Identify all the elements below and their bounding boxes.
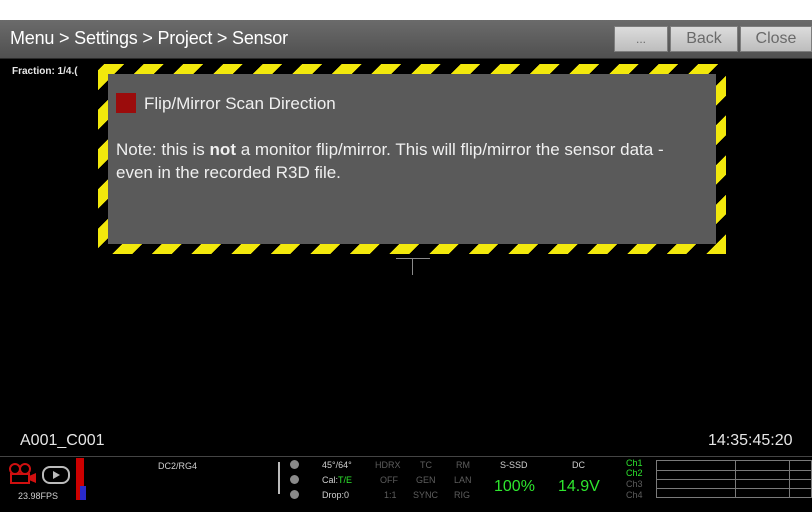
crosshair-icon <box>396 258 430 259</box>
tooltip-body-prefix: Note: this is <box>116 140 210 159</box>
format-readout: DC2/RG4 <box>158 461 198 471</box>
channel-3: Ch3 <box>626 479 643 489</box>
media-label: S-SSD <box>500 460 528 470</box>
back-button[interactable]: Back <box>670 26 738 52</box>
status-dot <box>290 490 299 499</box>
tooltip-title: Flip/Mirror Scan Direction <box>144 94 336 113</box>
meter-tick <box>735 461 736 497</box>
status-dot <box>290 460 299 469</box>
tc-value: GEN <box>416 475 436 485</box>
rm-label: RM <box>456 460 470 470</box>
shutter-readout: 45°/64° <box>322 460 352 470</box>
channel-4: Ch4 <box>626 490 643 500</box>
play-icon[interactable] <box>42 466 70 484</box>
title-bar: Menu > Settings > Project > Sensor ... B… <box>0 20 812 59</box>
media-value: 100% <box>494 478 535 495</box>
tooltip-body-bold: not <box>209 140 236 159</box>
camera-ui: Menu > Settings > Project > Sensor ... B… <box>0 0 812 512</box>
fraction-readout: Fraction: 1/4.( <box>12 66 78 77</box>
more-button[interactable]: ... <box>614 26 668 52</box>
timecode: 14:35:45:20 <box>708 432 793 449</box>
cal-readout: Cal:T/E <box>322 475 352 485</box>
breadcrumb: Menu > Settings > Project > Sensor <box>10 28 288 48</box>
clip-name: A001_C001 <box>20 432 105 449</box>
ratio-value: 1:1 <box>384 490 397 500</box>
hdrx-value: OFF <box>380 475 398 485</box>
drop-readout: Drop:0 <box>322 490 350 500</box>
lan-label: LAN <box>454 475 472 485</box>
divider <box>278 462 280 494</box>
histogram-blue <box>80 486 86 500</box>
sync-label: SYNC <box>413 490 439 500</box>
status-swatch <box>116 93 136 113</box>
power-value: 14.9V <box>558 478 600 495</box>
top-margin <box>0 0 812 20</box>
audio-meter <box>656 460 812 498</box>
cal-label: Cal: <box>322 475 339 485</box>
help-tooltip: Flip/Mirror Scan Direction Note: this is… <box>108 74 716 244</box>
rig-label: RIG <box>454 490 471 500</box>
crosshair-vertical <box>412 259 413 275</box>
close-button[interactable]: Close <box>740 26 812 52</box>
meter-tick <box>789 461 790 497</box>
fps-readout: 23.98FPS <box>18 491 59 501</box>
power-label: DC <box>572 460 585 470</box>
hdrx-label: HDRX <box>375 460 401 470</box>
channel-1: Ch1 <box>626 458 643 468</box>
tc-label: TC <box>420 460 432 470</box>
channel-2: Ch2 <box>626 468 643 478</box>
camera-icon[interactable] <box>8 462 38 484</box>
status-dot <box>290 475 299 484</box>
cal-value: T/E <box>338 475 353 485</box>
tooltip-body: Note: this is not a monitor flip/mirror.… <box>116 138 696 184</box>
